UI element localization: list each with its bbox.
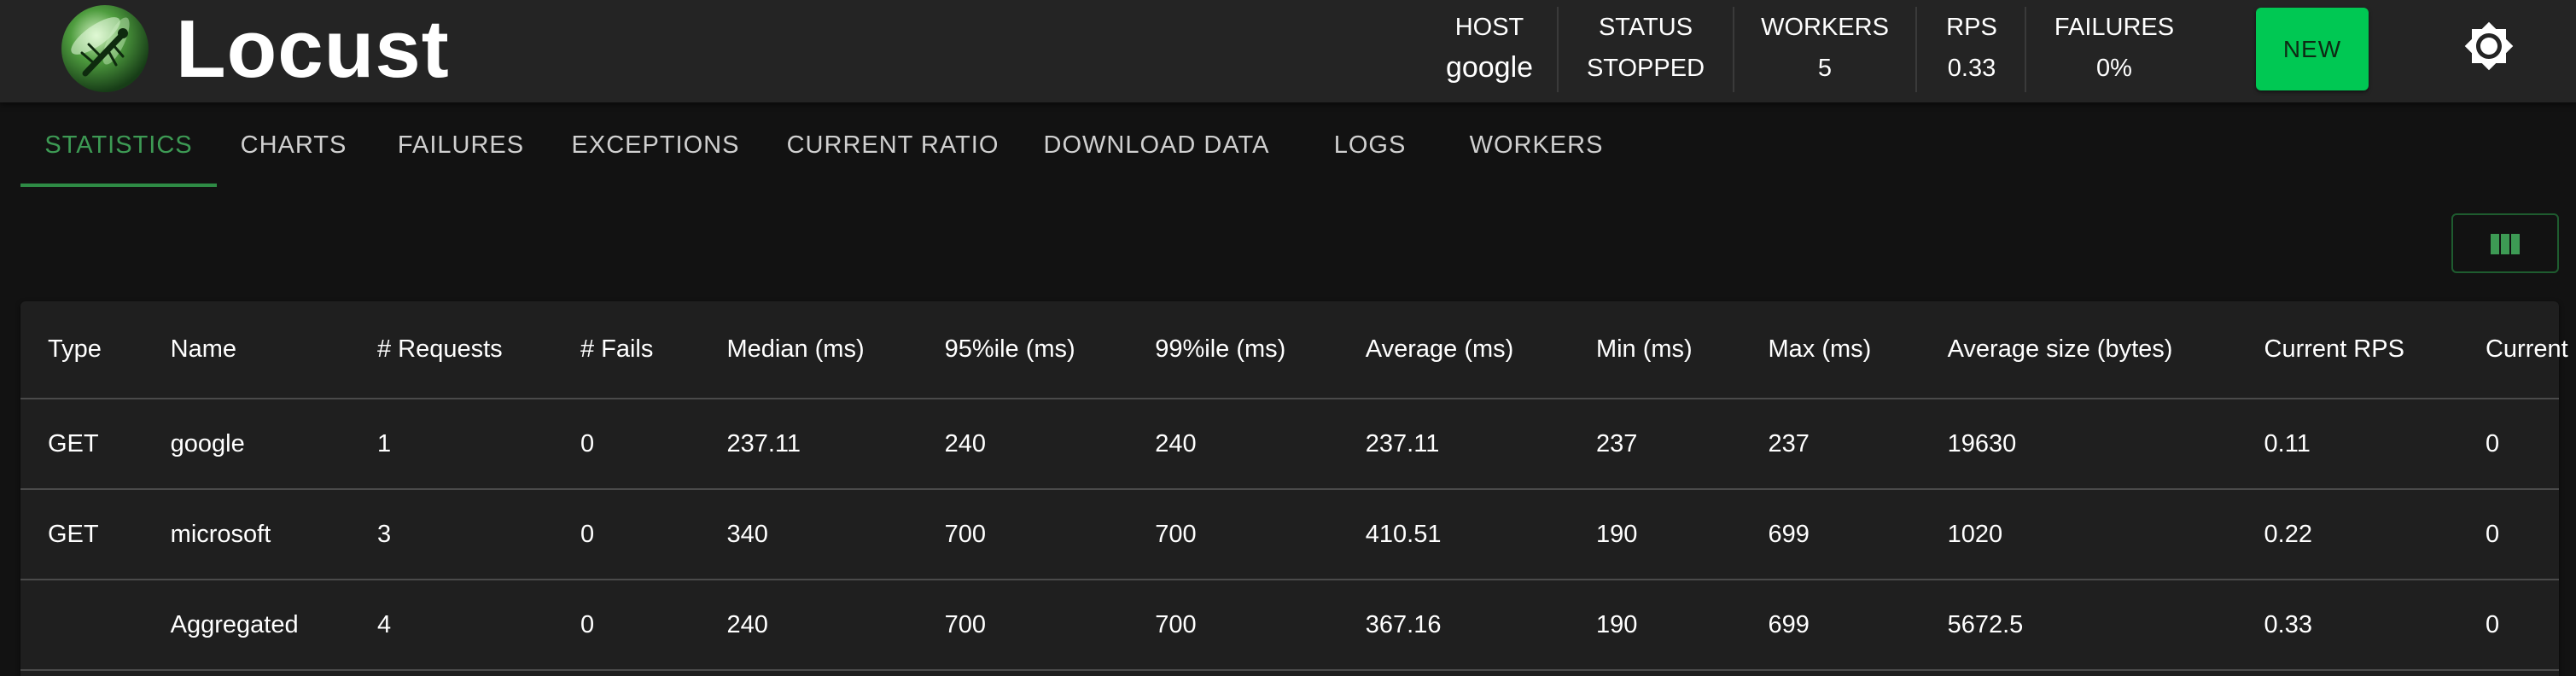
table-cell: Aggregated [143,580,350,671]
table-cell: 240 [1128,399,1338,490]
tab-logs[interactable]: LOGS [1306,102,1434,188]
new-test-button[interactable]: NEW [2256,8,2369,90]
failures-stat: FAILURES 0% [2038,0,2190,102]
tab-failures[interactable]: FAILURES [376,102,546,188]
table-cell: 699 [1740,489,1920,580]
column-header[interactable]: # Fails [552,301,700,399]
tab-charts[interactable]: CHARTS [222,102,365,188]
column-header[interactable]: 95%ile (ms) [917,301,1128,399]
header-divider [1733,7,1734,92]
table-cell: GET [20,489,143,580]
tab-current-ratio[interactable]: CURRENT RATIO [765,102,1021,188]
stats-table-container: Type Name # Requests # Fails Median (ms)… [20,301,2576,676]
table-cell: 699 [1740,580,1920,671]
rps-stat: RPS 0.33 [1929,0,2014,102]
rps-value: 0.33 [1947,55,1996,82]
tab-statistics[interactable]: STATISTICS [20,102,217,188]
column-header[interactable]: Average (ms) [1338,301,1569,399]
table-cell: 367.16 [1338,580,1569,671]
header-divider [1557,7,1559,92]
table-cell: 700 [1128,489,1338,580]
table-cell: 0.11 [2236,399,2458,490]
table-cell: 237.11 [699,399,918,490]
host-label: HOST [1454,14,1524,41]
table-cell: 0.33 [2236,580,2458,671]
table-cell: 0 [2457,399,2559,490]
workers-value: 5 [1817,55,1833,82]
table-cell: 5672.5 [1920,580,2237,671]
table-cell: 0 [2457,580,2559,671]
table-cell: GET [20,399,143,490]
column-header[interactable]: Median (ms) [699,301,918,399]
brightness-icon[interactable] [2463,20,2515,72]
column-header[interactable]: 99%ile (ms) [1128,301,1338,399]
status-label: STATUS [1598,14,1693,41]
column-header[interactable]: Min (ms) [1568,301,1741,399]
table-cell: 4 [349,580,553,671]
table-row: GET microsoft 3 0 340 700 700 410.51 190… [20,489,2559,580]
header-divider [2025,7,2026,92]
workers-label: WORKERS [1761,14,1889,41]
column-header[interactable]: Name [143,301,350,399]
locust-logo-icon [60,3,150,94]
main-tabs: STATISTICS CHARTS FAILURES EXCEPTIONS CU… [0,102,2576,188]
app-header: Locust HOST google STATUS STOPPED WORKER… [0,0,2576,102]
rps-label: RPS [1946,14,1997,41]
table-cell: 190 [1568,580,1741,671]
table-cell: 3 [349,489,553,580]
table-cell: 1 [349,399,553,490]
column-header[interactable]: Type [20,301,143,399]
column-selector-button[interactable] [2451,213,2559,273]
table-row-aggregated: Aggregated 4 0 240 700 700 367.16 190 69… [20,580,2559,671]
table-cell: 700 [1128,580,1338,671]
column-header[interactable]: # Requests [349,301,553,399]
host-stat: HOST google [1434,0,1545,102]
workers-stat: WORKERS 5 [1746,0,1903,102]
status-stat: STATUS STOPPED [1571,0,1721,102]
failures-value: 0% [2096,55,2132,82]
table-cell: 0.22 [2236,489,2458,580]
tab-workers[interactable]: WORKERS [1451,102,1622,188]
table-cell: 0 [552,399,700,490]
column-header[interactable]: Current RPS [2236,301,2458,399]
active-tab-indicator [20,184,217,187]
table-cell: 240 [917,399,1128,490]
table-cell: 0 [2457,489,2559,580]
table-cell: google [143,399,350,490]
app-title: Locust [176,3,450,95]
table-cell: 240 [699,580,918,671]
failures-label: FAILURES [2054,14,2175,41]
table-cell: 237 [1568,399,1741,490]
table-cell: 700 [917,489,1128,580]
stats-table: Type Name # Requests # Fails Median (ms)… [20,301,2576,671]
host-value: google [1445,51,1534,84]
header-divider [1915,7,1917,92]
table-cell: 190 [1568,489,1741,580]
column-header[interactable]: Current Failures/s [2457,301,2576,399]
table-cell: 1020 [1920,489,2237,580]
table-cell: 410.51 [1338,489,1569,580]
table-header-row: Type Name # Requests # Fails Median (ms)… [20,301,2576,399]
column-header[interactable]: Average size (bytes) [1920,301,2237,399]
table-cell: 19630 [1920,399,2237,490]
table-row: GET google 1 0 237.11 240 240 237.11 237… [20,399,2559,490]
table-cell [20,580,143,671]
table-cell: 0 [552,489,700,580]
table-cell: microsoft [143,489,350,580]
table-cell: 237 [1740,399,1920,490]
status-value: STOPPED [1586,55,1705,82]
table-cell: 237.11 [1338,399,1569,490]
table-cell: 340 [699,489,918,580]
tab-download-data[interactable]: DOWNLOAD DATA [1029,102,1284,188]
column-header[interactable]: Max (ms) [1740,301,1920,399]
table-cell: 700 [917,580,1128,671]
view-columns-icon [2491,234,2520,254]
tab-exceptions[interactable]: EXCEPTIONS [555,102,756,188]
table-cell: 0 [552,580,700,671]
